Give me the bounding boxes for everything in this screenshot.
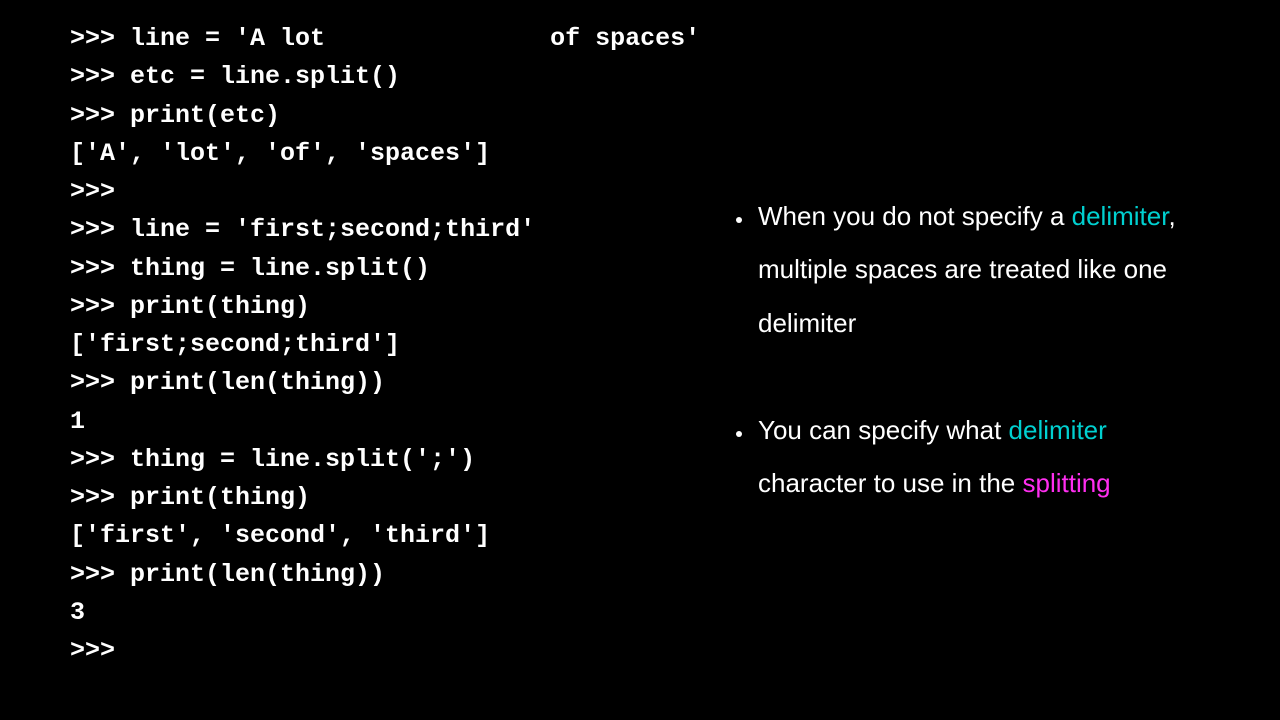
bullet-text: character to use in the <box>758 468 1022 498</box>
bullet-text: When you do not specify a <box>758 201 1072 231</box>
highlight-delimiter: delimiter <box>1072 201 1169 231</box>
highlight-splitting: splitting <box>1022 468 1110 498</box>
slide: >>> line = 'A lot of spaces' >>> etc = l… <box>0 0 1280 720</box>
code-column: >>> line = 'A lot of spaces' >>> etc = l… <box>0 0 704 720</box>
bullet-list: When you do not specify a delimiter, mul… <box>724 190 1220 510</box>
highlight-delimiter: delimiter <box>1009 415 1107 445</box>
code-block: >>> line = 'A lot of spaces' >>> etc = l… <box>70 20 704 670</box>
bullet-text: delimiter <box>758 308 856 338</box>
bullet-item: When you do not specify a delimiter, mul… <box>754 190 1220 350</box>
bullet-text-italic: one <box>1124 254 1167 284</box>
bullet-text: You can specify what <box>758 415 1009 445</box>
bullet-item: You can specify what delimiter character… <box>754 404 1220 511</box>
notes-column: When you do not specify a delimiter, mul… <box>704 0 1280 720</box>
